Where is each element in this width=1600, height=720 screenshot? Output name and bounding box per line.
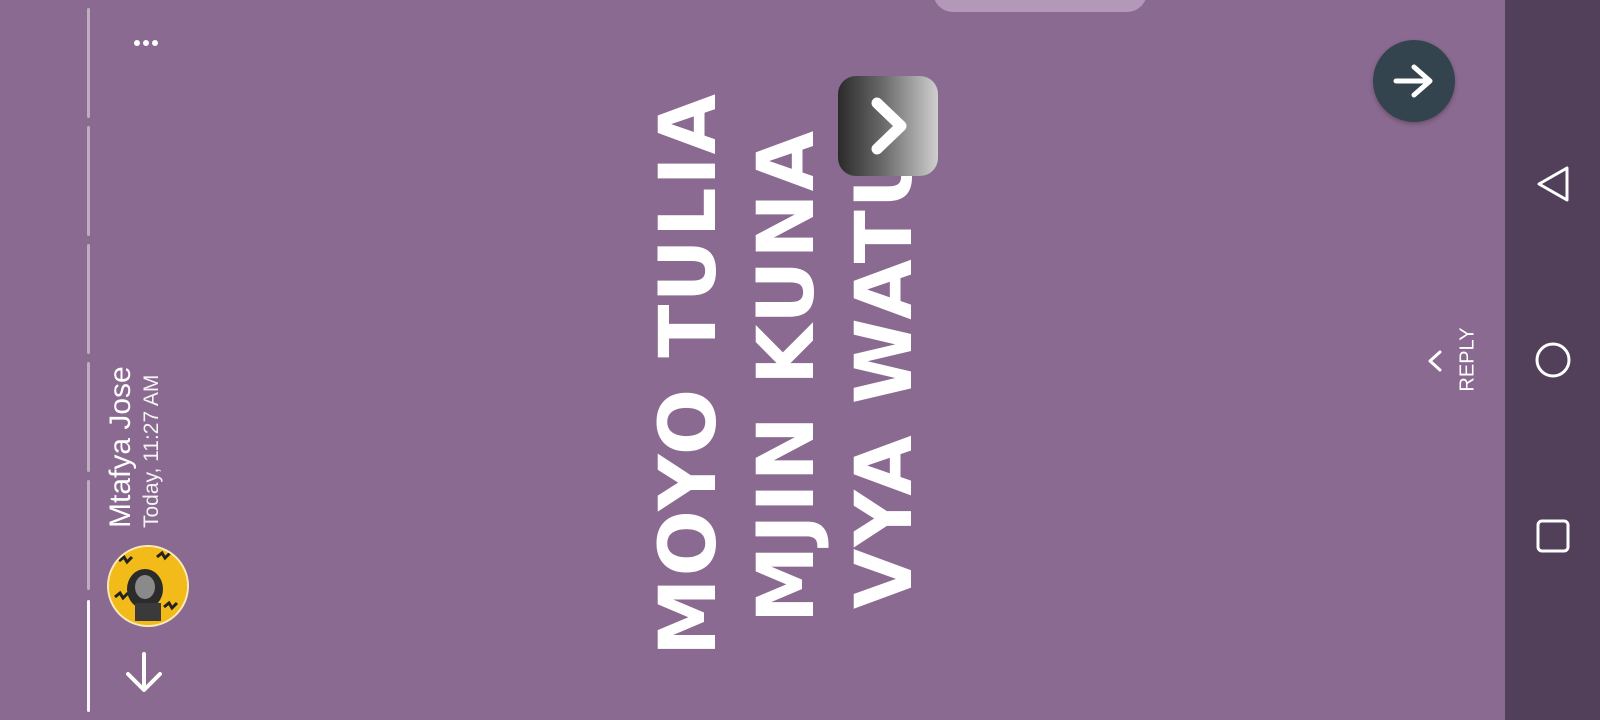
more-horizontal-icon[interactable] — [128, 30, 164, 56]
system-nav-bar — [1505, 0, 1600, 720]
arrow-down-icon[interactable] — [122, 650, 166, 694]
progress-segment-active — [87, 600, 90, 712]
story-line: MOYO TULIA — [644, 92, 734, 656]
recents-square-icon[interactable] — [1533, 516, 1573, 556]
status-header: Mtafya Jose Today, 11:27 AM — [103, 308, 193, 528]
home-circle-icon[interactable] — [1533, 340, 1573, 380]
chevron-right-icon — [871, 97, 907, 155]
forward-button[interactable] — [1373, 40, 1455, 122]
progress-segment — [87, 8, 90, 118]
top-pill — [933, 0, 1147, 12]
reply-button[interactable]: REPLY — [1420, 320, 1480, 410]
progress-segment — [87, 126, 90, 236]
story-text: MOYO TULIA MJIN KUNA VYA WATU — [640, 92, 940, 656]
arrow-right-icon — [1393, 64, 1433, 98]
progress-segment — [87, 244, 90, 354]
reply-label: REPLY — [1456, 327, 1479, 392]
progress-segment — [87, 480, 90, 590]
status-timestamp: Today, 11:27 AM — [140, 374, 163, 528]
story-line: VYA WATU — [840, 142, 930, 610]
next-button[interactable] — [838, 76, 938, 176]
progress-segment — [87, 362, 90, 472]
avatar[interactable] — [107, 545, 189, 627]
user-name: Mtafya Jose — [104, 366, 137, 528]
back-triangle-icon[interactable] — [1533, 164, 1573, 204]
chevron-up-icon — [1428, 350, 1442, 372]
story-line: MJIN KUNA — [742, 128, 832, 624]
status-viewer[interactable]: Mtafya Jose Today, 11:27 AM MOYO TULIA M… — [0, 0, 1600, 720]
